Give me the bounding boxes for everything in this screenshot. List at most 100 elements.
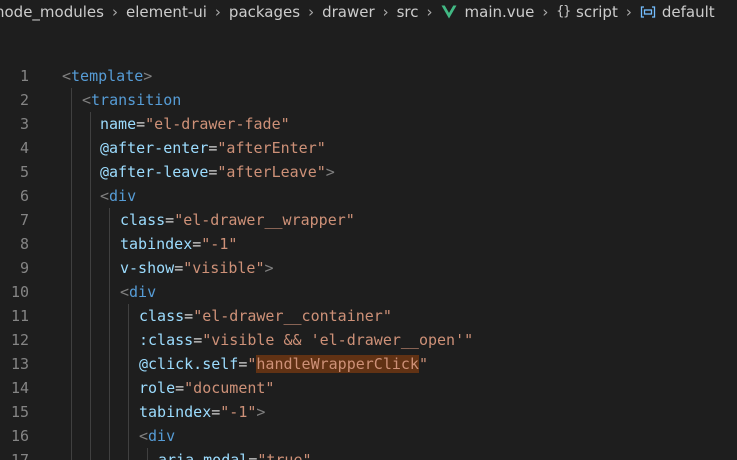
code-line[interactable]: 10 <div	[0, 280, 737, 304]
code-token: =	[192, 235, 202, 253]
code-text: v-show="visible">	[120, 256, 274, 280]
breadcrumb-label: default	[661, 3, 715, 21]
breadcrumb-symbol-default[interactable]: default	[640, 0, 715, 24]
code-text: role="document"	[139, 376, 274, 400]
code-token: div	[109, 187, 137, 205]
code-text: :class="visible && 'el-drawer__open'"	[139, 328, 473, 352]
code-token: :class	[139, 331, 194, 349]
code-token: @click.self	[139, 355, 239, 373]
breadcrumb-label: node_modules	[0, 3, 104, 21]
breadcrumb-item-element-ui[interactable]: element-ui	[126, 0, 207, 24]
breadcrumb-label: element-ui	[125, 3, 207, 21]
breadcrumb-item-node-modules[interactable]: node_modules	[0, 0, 104, 24]
code-token: <	[62, 67, 72, 85]
code-text: <div	[100, 184, 136, 208]
chevron-right-icon: ›	[214, 3, 221, 21]
breadcrumb-item-packages[interactable]: packages	[229, 0, 300, 24]
indent-guide	[90, 112, 91, 460]
code-token: =	[211, 403, 221, 421]
code-token: >	[325, 163, 335, 181]
code-token: tabindex	[120, 235, 193, 253]
code-text: tabindex="-1"	[120, 232, 237, 256]
code-text: aria-modal="true"	[158, 448, 312, 460]
code-token: "-1"	[220, 403, 257, 421]
breadcrumb-item-file[interactable]: main.vue	[441, 0, 534, 24]
line-number: 8	[19, 235, 29, 253]
code-line[interactable]: 4 @after-enter="afterEnter"	[0, 136, 737, 160]
line-number: 13	[10, 355, 29, 373]
code-line[interactable]: 15 tabindex="-1">	[0, 400, 737, 424]
breadcrumb: node_modules › element-ui › packages › drawer ›…	[0, 0, 737, 24]
code-line[interactable]: 6 <div	[0, 184, 737, 208]
code-line[interactable]: 12 :class="visible && 'el-drawer__open'"	[0, 328, 737, 352]
code-line[interactable]: 17 aria-modal="true"	[0, 448, 737, 460]
code-token: transition	[91, 91, 182, 109]
line-number: 15	[10, 403, 29, 421]
code-token: >	[143, 67, 153, 85]
breadcrumb-item-src[interactable]: src	[397, 0, 419, 24]
code-text: <div	[120, 280, 156, 304]
code-text: @after-leave="afterLeave">	[100, 160, 335, 184]
code-line[interactable]: 9 v-show="visible">	[0, 256, 737, 280]
code-token: "el-drawer-fade"	[145, 115, 290, 133]
code-text: tabindex="-1">	[139, 400, 265, 424]
code-line[interactable]: 8 tabindex="-1"	[0, 232, 737, 256]
code-line[interactable]: 3 name="el-drawer-fade"	[0, 112, 737, 136]
code-token: >	[256, 403, 266, 421]
code-token: tabindex	[139, 403, 212, 421]
code-token: div	[129, 283, 157, 301]
code-token: "visible"	[183, 259, 265, 277]
code-token: <	[139, 427, 149, 445]
line-number: 12	[10, 331, 29, 349]
line-number: 3	[19, 115, 29, 133]
indent-guide	[71, 88, 72, 460]
code-line[interactable]: 14 role="document"	[0, 376, 737, 400]
breadcrumb-symbol-script[interactable]: {} script	[556, 0, 617, 24]
code-line[interactable]: 2 <transition	[0, 88, 737, 112]
line-number: 1	[19, 67, 29, 85]
chevron-right-icon: ›	[542, 3, 549, 21]
code-text: @after-enter="afterEnter"	[100, 136, 326, 160]
line-number: 9	[19, 259, 29, 277]
breadcrumb-label: packages	[228, 3, 301, 21]
code-token: =	[165, 211, 175, 229]
code-text: @click.self="handleWrapperClick"	[139, 352, 428, 376]
line-number: 5	[19, 163, 29, 181]
code-line[interactable]: 5 @after-leave="afterLeave">	[0, 160, 737, 184]
code-token: <	[100, 187, 110, 205]
code-line[interactable]: 7 class="el-drawer__wrapper"	[0, 208, 737, 232]
chevron-right-icon: ›	[111, 3, 118, 21]
code-token: v-show	[120, 259, 175, 277]
code-text: <transition	[82, 88, 181, 112]
line-number: 4	[19, 139, 29, 157]
code-line[interactable]: 16 <div	[0, 424, 737, 448]
code-token: =	[174, 259, 184, 277]
code-token: "true"	[257, 451, 312, 460]
vue-file-icon	[441, 5, 457, 19]
code-token: "	[418, 355, 428, 373]
chevron-right-icon: ›	[382, 3, 389, 21]
breadcrumb-item-drawer[interactable]: drawer	[322, 0, 375, 24]
line-number: 16	[10, 427, 29, 445]
code-token: =	[175, 379, 185, 397]
line-number: 2	[19, 91, 29, 109]
code-editor[interactable]: 1 <template> 2 <transition 3 name="el-drawer-…	[0, 64, 737, 460]
code-text: <template>	[62, 64, 152, 88]
code-line[interactable]: 11 class="el-drawer__container"	[0, 304, 737, 328]
code-line[interactable]: 13 @click.self="handleWrapperClick"	[0, 352, 737, 376]
code-token: =	[193, 331, 203, 349]
code-token: "el-drawer__wrapper"	[174, 211, 355, 229]
code-token: template	[71, 67, 144, 85]
code-text: <div	[139, 424, 175, 448]
code-token: "visible && 'el-drawer__open'"	[202, 331, 474, 349]
code-token: aria-modal	[158, 451, 249, 460]
code-line[interactable]: 1 <template>	[0, 64, 737, 88]
line-number: 7	[19, 211, 29, 229]
line-number: 14	[10, 379, 29, 397]
code-token: class	[139, 307, 185, 325]
breadcrumb-label: drawer	[322, 3, 375, 21]
code-text: name="el-drawer-fade"	[100, 112, 290, 136]
code-token: "-1"	[201, 235, 238, 253]
code-text: class="el-drawer__wrapper"	[120, 208, 355, 232]
indent-guide	[109, 208, 110, 460]
